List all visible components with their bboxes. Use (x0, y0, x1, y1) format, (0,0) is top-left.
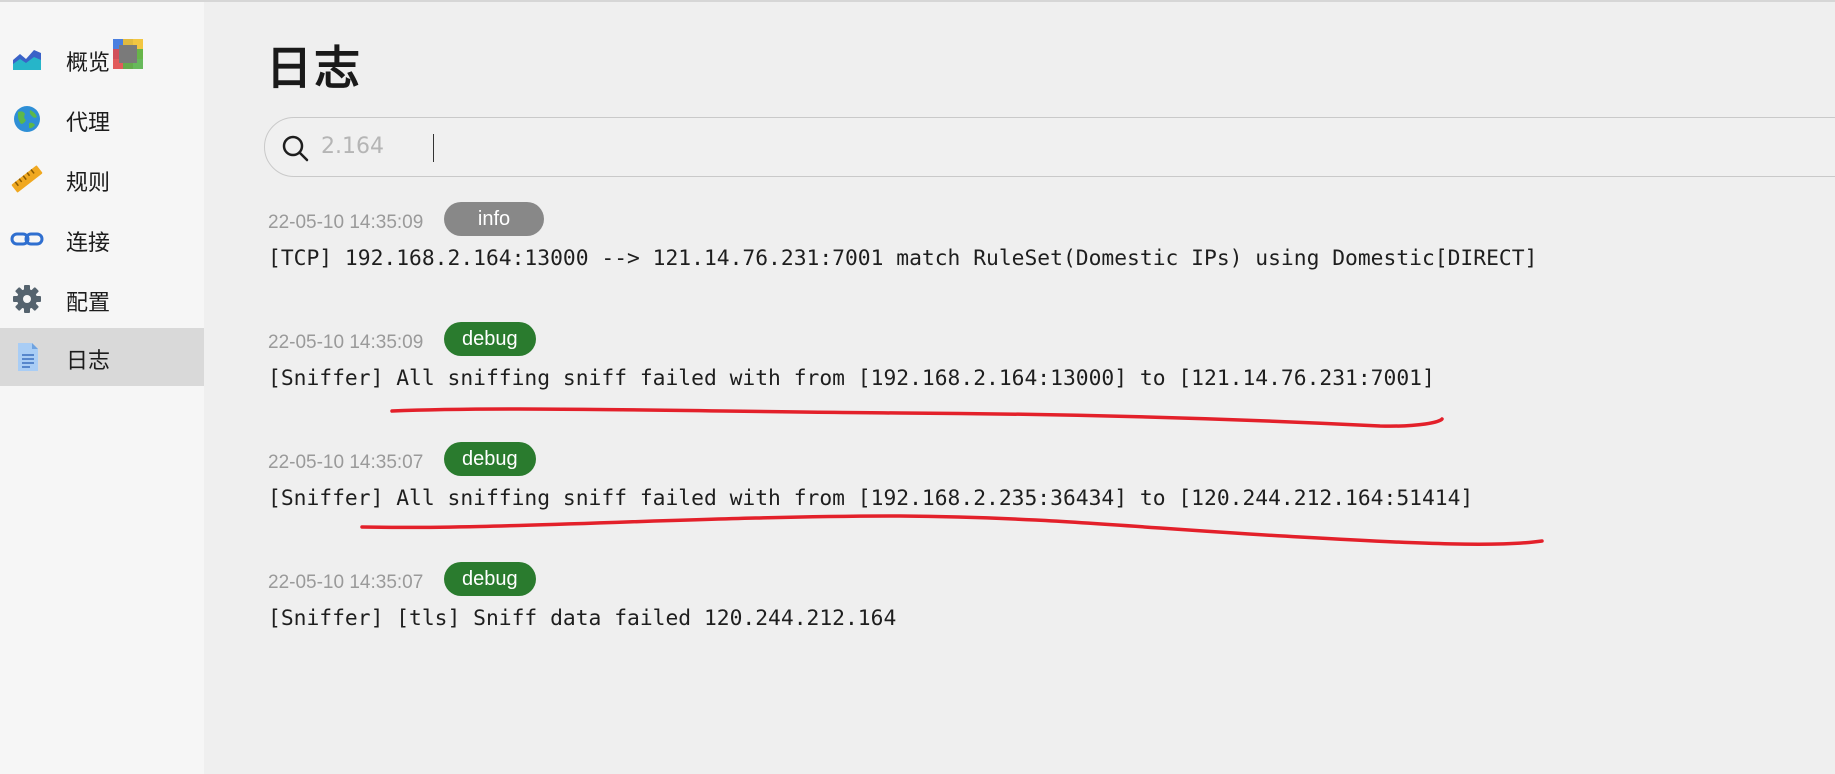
sidebar-item-logs[interactable]: 日志 (0, 328, 204, 386)
ruler-icon (11, 165, 43, 193)
sidebar-item-overview[interactable]: 概览 (0, 30, 204, 88)
globe-icon (14, 106, 40, 132)
sidebar-item-label: 代理 (66, 111, 111, 136)
sidebar-item-label: 连接 (66, 231, 111, 256)
log-entry: 22-05-10 14:35:09 debug [Sniffer] All sn… (264, 322, 1764, 412)
log-timestamp: 22-05-10 14:35:09 (268, 212, 424, 233)
log-message: [Sniffer] All sniffing sniff failed with… (268, 486, 1474, 511)
log-entry: 22-05-10 14:35:07 debug [Sniffer] [tls] … (264, 562, 1764, 652)
log-timestamp: 22-05-10 14:35:07 (268, 572, 424, 593)
search-bar[interactable] (264, 117, 1835, 177)
sidebar-item-label: 配置 (66, 291, 111, 316)
search-icon (282, 135, 309, 162)
gear-icon (13, 285, 41, 313)
sidebar-item-label: 规则 (66, 171, 111, 196)
page-title: 日志 (266, 41, 362, 95)
chart-area-icon (13, 50, 41, 70)
log-entry: 22-05-10 14:35:09 info [TCP] 192.168.2.1… (264, 202, 1764, 292)
sidebar-item-label: 概览 (66, 51, 111, 76)
sidebar-item-connections[interactable]: 连接 (0, 210, 204, 268)
log-message: [TCP] 192.168.2.164:13000 --> 121.14.76.… (268, 246, 1538, 271)
app-window: 概览 代理 规则 连接 配置 日志 日志 2.164 22-05-10 14:3… (0, 0, 1835, 774)
overlay-squares-icon (113, 39, 143, 69)
sidebar: 概览 代理 规则 连接 配置 日志 (0, 2, 204, 774)
log-level-badge: debug (444, 562, 536, 596)
main-content: 日志 22-05-10 14:35:09 info [TCP] 192.168.… (204, 2, 1835, 774)
log-timestamp: 22-05-10 14:35:09 (268, 332, 424, 353)
log-message: [Sniffer] [tls] Sniff data failed 120.24… (268, 606, 897, 631)
log-level-badge: info (444, 202, 544, 236)
log-level-badge: debug (444, 442, 536, 476)
sidebar-item-proxy[interactable]: 代理 (0, 90, 204, 148)
sidebar-item-rules[interactable]: 规则 (0, 150, 204, 208)
log-level-badge: debug (444, 322, 536, 356)
document-icon (18, 343, 38, 371)
sidebar-item-label: 日志 (66, 349, 111, 374)
link-icon (10, 232, 44, 246)
log-entry: 22-05-10 14:35:07 debug [Sniffer] All sn… (264, 442, 1764, 532)
log-timestamp: 22-05-10 14:35:07 (268, 452, 424, 473)
search-input[interactable] (321, 126, 921, 166)
log-message: [Sniffer] All sniffing sniff failed with… (268, 366, 1435, 391)
text-caret (433, 134, 434, 162)
sidebar-item-config[interactable]: 配置 (0, 270, 204, 328)
